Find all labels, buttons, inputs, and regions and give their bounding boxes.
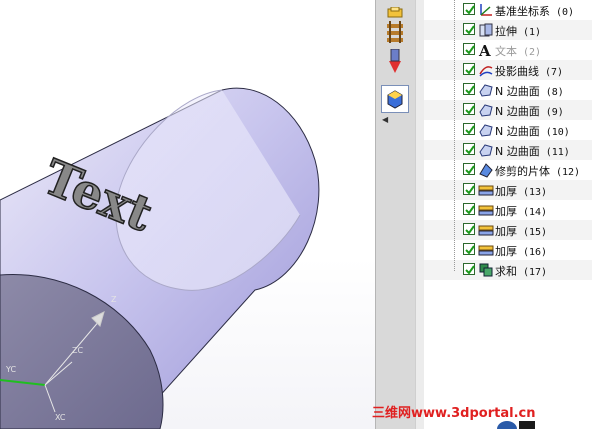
unite-icon xyxy=(478,262,494,278)
tree-row[interactable]: 加厚 (13) xyxy=(424,180,592,200)
feature-number: (14) xyxy=(523,207,548,218)
feature-number: (13) xyxy=(523,187,548,198)
tree-row[interactable]: N 边曲面 (9) xyxy=(424,100,592,120)
visibility-checkbox[interactable] xyxy=(463,43,475,55)
feature-name: 加厚 xyxy=(495,225,517,238)
cylinder-model[interactable]: Text Z ZC YC XC xyxy=(0,0,375,429)
visibility-checkbox[interactable] xyxy=(463,23,475,35)
svg-text:A: A xyxy=(478,42,491,58)
graphics-viewport[interactable]: Text Z ZC YC XC xyxy=(0,0,375,429)
visibility-checkbox[interactable] xyxy=(463,243,475,255)
feature-label: 加厚 (14) xyxy=(495,203,547,219)
axis-z-label: Z xyxy=(111,295,117,304)
tree-row[interactable]: 求和 (17) xyxy=(424,260,592,280)
part-navigator-icon[interactable] xyxy=(381,18,409,46)
axis-zc-label: ZC xyxy=(72,346,83,355)
n-sided-surface-icon xyxy=(478,102,494,118)
trimmed-sheet-icon xyxy=(478,162,494,178)
feature-number: (0) xyxy=(556,7,575,18)
n-sided-surface-icon xyxy=(478,82,494,98)
feature-label: 加厚 (13) xyxy=(495,183,547,199)
visibility-checkbox[interactable] xyxy=(463,63,475,75)
feature-label: 投影曲线 (7) xyxy=(495,63,563,79)
tree-connector xyxy=(454,0,455,271)
visibility-checkbox[interactable] xyxy=(463,83,475,95)
feature-label: 文本 (2) xyxy=(495,43,541,59)
feature-number: (17) xyxy=(523,267,548,278)
thicken-icon xyxy=(478,202,494,218)
reuse-library-icon[interactable] xyxy=(381,48,409,76)
feature-number: (9) xyxy=(545,107,564,118)
tree-row[interactable]: A 文本 (2) xyxy=(424,40,592,60)
feature-name: 加厚 xyxy=(495,245,517,258)
feature-name: 投影曲线 xyxy=(495,65,539,78)
roles-icon[interactable] xyxy=(381,85,409,113)
feature-label: 基准坐标系 (0) xyxy=(495,3,574,19)
tree-row[interactable]: 加厚 (16) xyxy=(424,240,592,260)
feature-label: N 边曲面 (9) xyxy=(495,103,564,119)
datum-csys-icon xyxy=(478,2,494,18)
tree-row[interactable]: 拉伸 (1) xyxy=(424,20,592,40)
feature-number: (1) xyxy=(523,27,542,38)
feature-number: (16) xyxy=(523,247,548,258)
tree-row[interactable]: 加厚 (15) xyxy=(424,220,592,240)
project-curve-icon xyxy=(478,62,494,78)
feature-number: (12) xyxy=(556,167,581,178)
feature-label: 加厚 (15) xyxy=(495,223,547,239)
corner-logo-icon xyxy=(497,421,535,429)
feature-name: 拉伸 xyxy=(495,25,517,38)
feature-label: 拉伸 (1) xyxy=(495,23,541,39)
visibility-checkbox[interactable] xyxy=(463,123,475,135)
feature-name: 加厚 xyxy=(495,205,517,218)
thicken-icon xyxy=(478,222,494,238)
feature-label: N 边曲面 (8) xyxy=(495,83,564,99)
feature-name: 加厚 xyxy=(495,185,517,198)
text-icon: A xyxy=(478,42,494,60)
visibility-checkbox[interactable] xyxy=(463,163,475,175)
tree-row[interactable]: 投影曲线 (7) xyxy=(424,60,592,80)
feature-label: N 边曲面 (11) xyxy=(495,143,570,159)
axis-xc-label: XC xyxy=(55,413,66,422)
tree-row[interactable]: 修剪的片体 (12) xyxy=(424,160,592,180)
thicken-icon xyxy=(478,242,494,258)
feature-label: 求和 (17) xyxy=(495,263,547,279)
thicken-icon xyxy=(478,182,494,198)
feature-name: 文本 xyxy=(495,45,517,58)
visibility-checkbox[interactable] xyxy=(463,103,475,115)
visibility-checkbox[interactable] xyxy=(463,143,475,155)
axis-yc-label: YC xyxy=(5,365,16,374)
feature-number: (8) xyxy=(545,87,564,98)
feature-number: (11) xyxy=(545,147,570,158)
feature-name: 修剪的片体 xyxy=(495,165,550,178)
tree-row[interactable]: N 边曲面 (8) xyxy=(424,80,592,100)
feature-number: (15) xyxy=(523,227,548,238)
visibility-checkbox[interactable] xyxy=(463,203,475,215)
visibility-checkbox[interactable] xyxy=(463,3,475,15)
tree-row[interactable]: N 边曲面 (10) xyxy=(424,120,592,140)
collapse-arrow-icon[interactable]: ◀ xyxy=(382,115,388,124)
feature-name: N 边曲面 xyxy=(495,85,540,98)
feature-name: N 边曲面 xyxy=(495,105,540,118)
n-sided-surface-icon xyxy=(478,142,494,158)
feature-number: (2) xyxy=(523,47,542,58)
feature-name: 基准坐标系 xyxy=(495,5,550,18)
tree-row[interactable]: 基准坐标系 (0) xyxy=(424,0,592,20)
part-navigator-tree: 基准坐标系 (0) 拉伸 (1) A 文本 (2) 投影曲线 (7) N 边曲面 (8) N 边曲面 (… xyxy=(424,0,592,429)
feature-label: 修剪的片体 (12) xyxy=(495,163,580,179)
feature-label: 加厚 (16) xyxy=(495,243,547,259)
feature-name: N 边曲面 xyxy=(495,145,540,158)
extrude-icon xyxy=(478,22,494,38)
visibility-checkbox[interactable] xyxy=(463,183,475,195)
resource-bar: ◀ xyxy=(375,0,416,429)
feature-number: (10) xyxy=(545,127,570,138)
feature-name: 求和 xyxy=(495,265,517,278)
tree-row[interactable]: N 边曲面 (11) xyxy=(424,140,592,160)
visibility-checkbox[interactable] xyxy=(463,223,475,235)
visibility-checkbox[interactable] xyxy=(463,263,475,275)
feature-label: N 边曲面 (10) xyxy=(495,123,570,139)
feature-name: N 边曲面 xyxy=(495,125,540,138)
feature-number: (7) xyxy=(545,67,564,78)
tree-row[interactable]: 加厚 (14) xyxy=(424,200,592,220)
n-sided-surface-icon xyxy=(478,122,494,138)
